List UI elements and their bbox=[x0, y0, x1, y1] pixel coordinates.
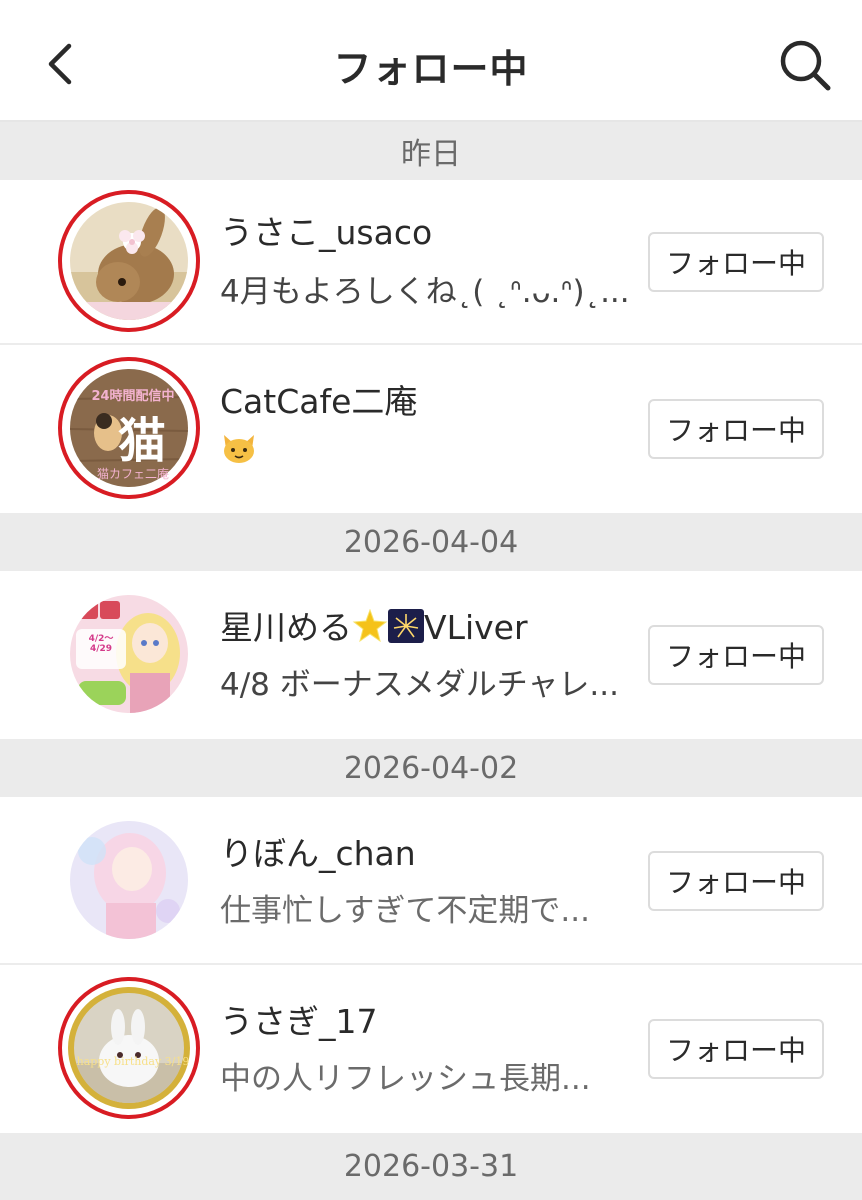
user-name-suffix: VLiver bbox=[424, 608, 528, 647]
page-title: フォロー中 bbox=[333, 47, 529, 91]
user-name: うさこ_usaco bbox=[220, 213, 433, 252]
avatar-kanji: 猫 bbox=[117, 413, 166, 469]
following-button[interactable]: フォロー中 bbox=[648, 399, 824, 459]
user-name: りぼん_chan bbox=[220, 834, 416, 873]
list-item[interactable]: happy birthday 3/19 うさぎ_17 中の人リフレッシュ長期..… bbox=[0, 965, 862, 1131]
following-button[interactable]: フォロー中 bbox=[648, 851, 824, 911]
date-separator: 2026-04-02 bbox=[0, 739, 862, 797]
bunny-photo bbox=[70, 202, 188, 320]
avatar[interactable] bbox=[58, 190, 200, 332]
cat-face-icon bbox=[224, 435, 254, 463]
following-button[interactable]: フォロー中 bbox=[648, 232, 824, 292]
avatar[interactable]: 4/2〜4/29 bbox=[70, 595, 188, 713]
ribbon-chan-avatar-art bbox=[70, 821, 188, 939]
user-message: 4月もよろしくね˛( ˛ᐢ.ᴗ.ᐢ)˛... bbox=[220, 274, 630, 310]
user-name: CatCafe二庵 bbox=[220, 382, 418, 421]
list-item[interactable]: 4/2〜4/29 星川める VLiver 4/8 ボーナスメダルチャレ... フォ… bbox=[0, 571, 862, 737]
white-bunny-photo bbox=[74, 993, 184, 1103]
avatar-caption-bottom: 猫カフェ二庵 bbox=[96, 467, 169, 481]
search-button[interactable] bbox=[778, 38, 834, 94]
list-item[interactable]: うさこ_usaco 4月もよろしくね˛( ˛ᐢ.ᴗ.ᐢ)˛... フォロー中 bbox=[0, 180, 862, 343]
user-name: 星川める VLiver bbox=[220, 601, 528, 649]
app-header: フォロー中 bbox=[0, 0, 862, 122]
avatar-caption: happy birthday 3/19 bbox=[76, 1055, 190, 1068]
following-button[interactable]: フォロー中 bbox=[648, 1019, 824, 1079]
date-separator: 2026-04-04 bbox=[0, 513, 862, 571]
date-separator: 2026-03-31 bbox=[0, 1133, 862, 1200]
avatar-date-text: 4/2〜4/29 bbox=[88, 634, 114, 654]
avatar[interactable]: 24時間配信中 猫 猫カフェ二庵 bbox=[58, 357, 200, 499]
list-item[interactable]: 24時間配信中 猫 猫カフェ二庵 CatCafe二庵 フォロー中 bbox=[0, 345, 862, 511]
date-separator: 昨日 bbox=[0, 122, 862, 180]
avatar[interactable] bbox=[70, 821, 188, 939]
user-name: うさぎ_17 bbox=[220, 1002, 378, 1041]
fireworks-icon bbox=[388, 609, 424, 643]
glowing-star-icon bbox=[352, 609, 388, 643]
user-message: 仕事忙しすぎて不定期で... bbox=[220, 893, 590, 929]
search-icon bbox=[780, 40, 831, 91]
user-message: 4/8 ボーナスメダルチャレ... bbox=[220, 667, 619, 703]
user-message: 中の人リフレッシュ長期... bbox=[220, 1061, 591, 1097]
avatar[interactable]: happy birthday 3/19 bbox=[58, 977, 200, 1119]
following-button[interactable]: フォロー中 bbox=[648, 625, 824, 685]
user-name-text: 星川める bbox=[220, 608, 352, 647]
user-message bbox=[220, 431, 258, 473]
list-item[interactable]: りぼん_chan 仕事忙しすぎて不定期で... フォロー中 bbox=[0, 797, 862, 963]
vliver-avatar-art bbox=[70, 595, 188, 713]
